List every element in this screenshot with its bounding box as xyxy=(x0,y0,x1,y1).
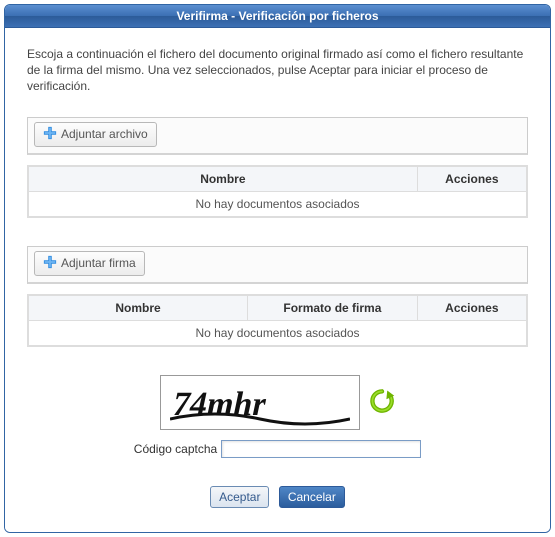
table-row: No hay documentos asociados xyxy=(28,191,527,217)
panel-body: Escoja a continuación el fichero del doc… xyxy=(5,28,550,532)
captcha-section: 74mhr Código captcha xyxy=(27,375,528,458)
verification-panel: Verifirma - Verificación por ficheros Es… xyxy=(4,4,551,533)
attach-file-section: Adjuntar archivo Nombre Acciones No hay … xyxy=(27,117,528,218)
cancel-button[interactable]: Cancelar xyxy=(279,486,345,508)
refresh-captcha-icon[interactable] xyxy=(368,387,396,418)
col-name: Nombre xyxy=(28,295,248,321)
empty-message: No hay documentos asociados xyxy=(28,320,527,346)
plus-icon xyxy=(43,255,57,272)
panel-title: Verifirma - Verificación por ficheros xyxy=(5,5,550,28)
file-table: Nombre Acciones No hay documentos asocia… xyxy=(27,165,528,218)
attach-signature-bar: Adjuntar firma xyxy=(27,246,528,284)
col-actions: Acciones xyxy=(417,295,527,321)
table-header-row: Nombre Formato de firma Acciones xyxy=(28,295,527,321)
plus-icon xyxy=(43,126,57,143)
accept-button[interactable]: Aceptar xyxy=(210,486,269,508)
attach-file-button[interactable]: Adjuntar archivo xyxy=(34,122,157,147)
action-bar: Aceptar Cancelar xyxy=(27,486,528,508)
attach-file-bar: Adjuntar archivo xyxy=(27,117,528,155)
col-actions: Acciones xyxy=(417,166,527,192)
attach-signature-section: Adjuntar firma Nombre Formato de firma A… xyxy=(27,246,528,347)
signature-table: Nombre Formato de firma Acciones No hay … xyxy=(27,294,528,347)
captcha-label: Código captcha xyxy=(134,442,217,456)
attach-file-button-label: Adjuntar archivo xyxy=(61,127,148,141)
col-format: Formato de firma xyxy=(248,295,418,321)
empty-message: No hay documentos asociados xyxy=(28,191,527,217)
attach-signature-button-label: Adjuntar firma xyxy=(61,256,136,270)
table-header-row: Nombre Acciones xyxy=(28,166,527,192)
intro-text: Escoja a continuación el fichero del doc… xyxy=(27,46,528,95)
captcha-image: 74mhr xyxy=(160,375,360,430)
captcha-input[interactable] xyxy=(221,440,421,458)
col-name: Nombre xyxy=(28,166,417,192)
attach-signature-button[interactable]: Adjuntar firma xyxy=(34,251,145,276)
table-row: No hay documentos asociados xyxy=(28,320,527,346)
